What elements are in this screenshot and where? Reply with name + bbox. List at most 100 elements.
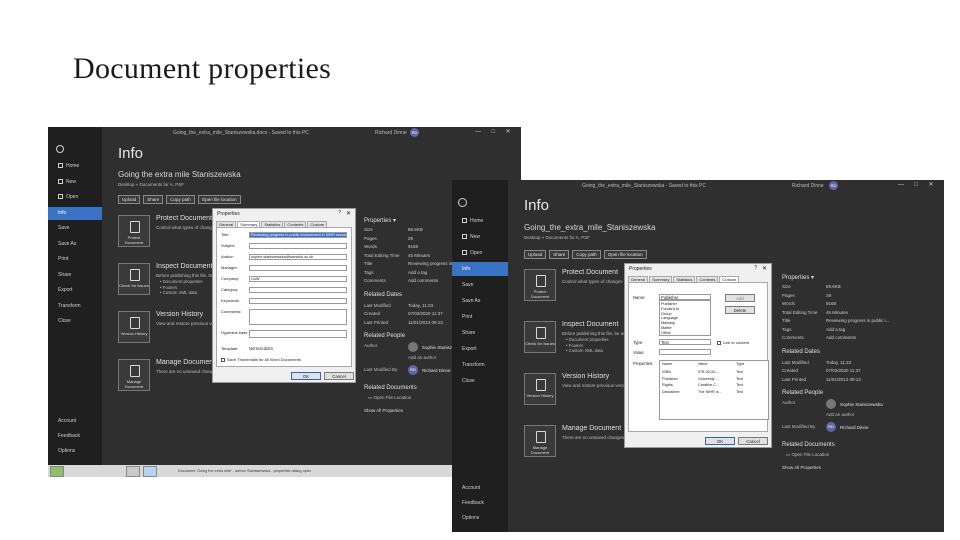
name-list-item[interactable]: Mailstop [661,321,675,325]
sidebar-item-account[interactable]: Account [452,483,508,493]
property-value[interactable]: 9168 [408,244,418,249]
help-icon[interactable]: ? [754,265,757,271]
save-thumbnails-checkbox[interactable]: Save Thumbnails for All Word Documents [221,357,301,362]
field-input[interactable] [249,287,347,293]
property-value[interactable]: 45 Minutes [408,253,430,258]
delete-button[interactable]: Delete [725,306,755,314]
open-file-location-link[interactable]: ▭ Open File Location [368,395,411,401]
upload-button[interactable]: Upload [524,250,547,259]
manage-document-button[interactable]: Manage Document [524,425,556,457]
open-file-location-button[interactable]: Open file location [603,250,647,259]
sidebar-item-transform[interactable]: Transform [452,358,508,372]
sidebar-item-save[interactable]: Save [452,278,508,292]
sidebar-item-feedback[interactable]: Feedback [452,498,508,508]
field-input[interactable] [249,298,347,304]
property-value[interactable]: 89.6KB [408,227,423,232]
name-list-item[interactable]: Publisher [661,302,677,306]
last-modified-person[interactable]: RD Richard Dinne [408,365,451,375]
version-history-button[interactable]: Version History [524,373,556,405]
ok-button[interactable]: OK [291,372,321,380]
column-header[interactable]: Type [736,362,744,366]
version-history-button[interactable]: Version History [118,311,150,343]
author-person[interactable]: Sophie Staniszewska [826,399,883,409]
name-list-item[interactable]: Matter [661,326,672,330]
property-value[interactable]: 29 [826,293,831,298]
property-value[interactable]: Add a tag [826,327,845,332]
field-input[interactable] [249,265,347,271]
column-header[interactable]: Name [662,362,672,366]
sidebar-item-new[interactable]: New [48,176,102,190]
sidebar-item-close[interactable]: Close [452,374,508,388]
sidebar-item-close[interactable]: Close [48,315,102,329]
cancel-button[interactable]: Cancel [324,372,354,380]
sidebar-item-print[interactable]: Print [48,253,102,267]
open-file-location-link[interactable]: ▭ Open File Location [786,452,829,458]
dialog-close-icon[interactable]: ✕ [346,210,351,217]
name-list-item[interactable]: Forward to [661,307,679,311]
type-select[interactable]: Text [659,339,711,345]
sidebar-item-home[interactable]: Home [48,160,102,174]
show-all-properties-link[interactable]: Show All Properties [364,408,403,413]
share-button[interactable]: Share [143,195,164,204]
sidebar-item-share[interactable]: Share [48,269,102,283]
property-value[interactable]: Add comments [408,278,438,283]
taskbar-thumbnail[interactable] [143,466,157,477]
field-input[interactable] [249,330,347,338]
help-icon[interactable]: ? [338,210,341,216]
property-value[interactable]: Add a tag [408,270,427,275]
sidebar-item-options[interactable]: Options [48,446,102,456]
taskbar-thumbnail[interactable] [126,466,140,477]
sidebar-item-info[interactable]: Info [48,206,102,220]
protect-document-button[interactable]: Protect Document [118,215,150,247]
copy-path-button[interactable]: Copy path [166,195,195,204]
add-button[interactable]: Add [725,294,755,302]
sidebar-item-account[interactable]: Account [48,416,102,426]
upload-button[interactable]: Upload [118,195,141,204]
sidebar-item-share[interactable]: Share [452,326,508,340]
back-arrow-icon[interactable] [458,198,467,207]
sidebar-item-feedback[interactable]: Feedback [48,431,102,441]
name-listbox[interactable]: Publisher Forward to Group Language Mailstop… [659,300,711,336]
last-modified-person[interactable]: RD Richard Dinne [826,422,869,432]
custom-properties-table[interactable]: Name Value Type ISBN 978-00-00-... Text Publis… [659,360,769,420]
field-input[interactable]: UoW [249,276,347,282]
taskbar-thumbnail[interactable] [50,466,64,477]
protect-document-button[interactable]: Protect Document [524,269,556,301]
open-file-location-button[interactable]: Open file location [197,195,241,204]
sidebar-item-transform[interactable]: Transform [48,300,102,314]
manage-document-button[interactable]: Manage Document [118,359,150,391]
sidebar-item-save-as[interactable]: Save As [452,294,508,308]
column-header[interactable]: Value [698,362,707,366]
dialog-close-icon[interactable]: ✕ [762,265,767,272]
properties-heading[interactable]: Properties ▾ [782,274,814,281]
add-author-link[interactable]: Add an author [408,355,436,360]
sidebar-item-save[interactable]: Save [48,222,102,236]
check-for-issues-button[interactable]: Check for Issues [524,321,556,353]
property-value[interactable]: 29 [408,236,413,241]
copy-path-button[interactable]: Copy path [572,250,601,259]
sidebar-item-export[interactable]: Export [452,342,508,356]
link-to-content-checkbox[interactable]: Link to content [717,340,749,345]
name-list-item[interactable]: Group [661,312,672,316]
back-arrow-icon[interactable] [56,145,64,153]
ok-button[interactable]: OK [705,437,735,445]
check-for-issues-button[interactable]: Check for Issues [118,263,150,295]
properties-heading[interactable]: Properties ▾ [364,217,396,224]
field-input[interactable] [249,309,347,325]
share-button[interactable]: Share [549,250,570,259]
add-author-link[interactable]: Add an author [826,412,854,417]
show-all-properties-link[interactable]: Show All Properties [782,465,821,470]
property-value[interactable]: 9168 [826,301,836,306]
field-input[interactable]: sophie.staniszewska@warwick.ac.uk [249,254,347,260]
sidebar-item-open[interactable]: Open [48,191,102,205]
field-input[interactable] [249,243,347,249]
value-input[interactable] [659,349,711,355]
property-value[interactable]: 45 Minutes [826,310,848,315]
property-value[interactable]: Add comments [826,335,856,340]
property-value[interactable]: Reviewing progress in public i... [826,318,889,323]
sidebar-item-home[interactable]: Home [452,214,508,228]
sidebar-item-new[interactable]: New [452,230,508,244]
cancel-button[interactable]: Cancel [738,437,768,445]
sidebar-item-print[interactable]: Print [452,310,508,324]
sidebar-item-open[interactable]: Open [452,246,508,260]
